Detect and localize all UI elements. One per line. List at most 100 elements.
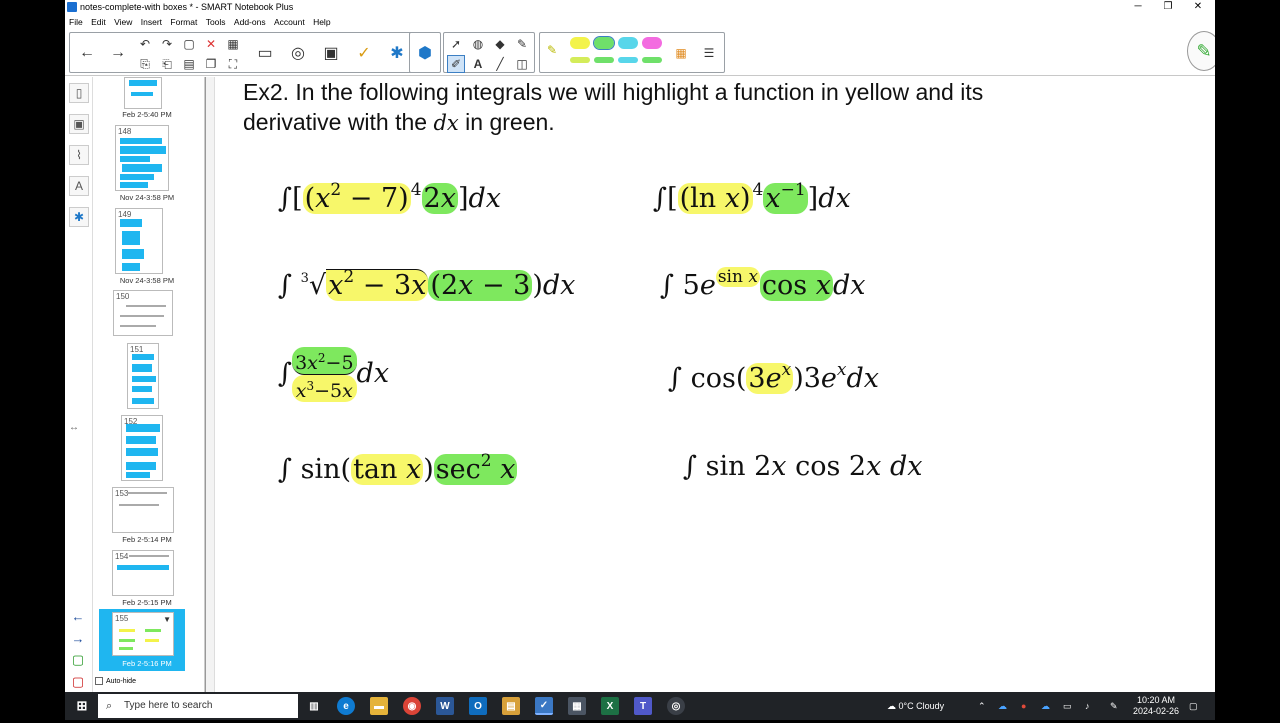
pen-color-green[interactable] — [593, 36, 615, 50]
page-thumbnail[interactable] — [124, 77, 162, 109]
color-palette-button[interactable]: ▦ — [672, 44, 690, 62]
tab-properties[interactable]: A — [69, 176, 89, 196]
chrome-button[interactable]: ◉ — [403, 697, 421, 715]
magic-pen-tool[interactable]: ✎ — [513, 35, 531, 53]
tab-addons[interactable]: ✱ — [69, 207, 89, 227]
sidebar-prev-page-button[interactable]: ← — [70, 608, 86, 624]
page-thumbnail[interactable]: 152 — [121, 415, 163, 481]
canvas-scrollbar[interactable] — [206, 77, 215, 692]
next-page-button[interactable]: → — [103, 34, 133, 72]
sidebar-add-page-button[interactable]: ▢ — [70, 652, 86, 668]
paste-button[interactable]: ⎗ — [158, 55, 176, 73]
add-page-button[interactable]: ▢ — [180, 35, 198, 53]
open-button[interactable]: ⎘ — [136, 55, 154, 73]
close-button[interactable]: ✕ — [1183, 0, 1213, 14]
files-button[interactable]: ▤ — [502, 697, 520, 715]
word-button[interactable]: W — [436, 697, 454, 715]
tab-attachments[interactable]: ⌇ — [69, 145, 89, 165]
document-camera-button[interactable]: ▣ — [316, 34, 346, 72]
menu-addons[interactable]: Add-ons — [234, 15, 266, 29]
undo-button[interactable]: ↶ — [136, 35, 154, 53]
file-explorer-button[interactable]: ▬ — [370, 697, 388, 715]
menu-format[interactable]: Format — [170, 15, 197, 29]
pen-tool[interactable]: ✐ — [447, 55, 465, 73]
page-thumbnail-selected[interactable]: 155 ▼ — [112, 612, 174, 656]
menu-edit[interactable]: Edit — [91, 15, 106, 29]
text-tool[interactable]: A — [469, 55, 487, 73]
obs-button[interactable]: ◎ — [667, 697, 685, 715]
page-thumbnail[interactable]: 150 — [113, 290, 173, 336]
pen-tray-button[interactable]: ✎ — [1187, 31, 1215, 71]
pen-color-green-thin[interactable] — [594, 57, 614, 63]
eraser-tool[interactable]: ◫ — [513, 55, 531, 73]
select-tool[interactable]: ➚ — [447, 35, 465, 53]
smart-notebook-taskbar-button[interactable]: ✓ — [535, 697, 553, 715]
pen-color-cyan[interactable] — [618, 37, 638, 49]
page-thumbnail[interactable]: 151 — [127, 343, 159, 409]
tab-page-sorter[interactable]: ▯ — [69, 83, 89, 103]
screen-shade-button[interactable]: ▭ — [250, 34, 280, 72]
minimize-button[interactable]: ─ — [1123, 0, 1153, 14]
calculator-button[interactable]: ▦ — [568, 697, 586, 715]
delete-button[interactable]: ✕ — [202, 35, 220, 53]
onedrive-icon[interactable]: ☁ — [998, 692, 1007, 720]
clock[interactable]: 10:20 AM 2024-02-26 — [1131, 695, 1181, 723]
pen-color-green-thin-2[interactable] — [642, 57, 662, 63]
volume-icon[interactable]: ♪ — [1085, 692, 1090, 720]
pen-menu-icon[interactable]: ✎ — [1110, 692, 1118, 720]
record-icon[interactable]: ● — [1021, 692, 1026, 720]
menu-view[interactable]: View — [114, 15, 132, 29]
windows-start-button[interactable]: ⊞ — [73, 697, 91, 715]
table-button[interactable]: ▦ — [224, 35, 242, 53]
save-button[interactable]: ▤ — [180, 55, 198, 73]
pen-color-yellow-1[interactable] — [570, 37, 590, 49]
line-tool[interactable]: ╱ — [491, 55, 509, 73]
outlook-button[interactable]: O — [469, 697, 487, 715]
autohide-checkbox[interactable] — [95, 677, 103, 685]
menu-help[interactable]: Help — [313, 15, 330, 29]
tab-gallery[interactable]: ▣ — [69, 114, 89, 134]
highlighter-button[interactable]: ✎ — [543, 41, 561, 59]
notifications-icon[interactable]: ▢ — [1189, 692, 1198, 720]
task-view-button[interactable]: ▥ — [305, 697, 323, 715]
fullscreen-button[interactable]: ⛶ — [224, 55, 242, 73]
pen-color-pink[interactable] — [642, 37, 662, 49]
sync-icon[interactable]: ☁ — [1041, 692, 1050, 720]
resize-handle-icon[interactable]: ↔ — [69, 422, 79, 433]
menu-tools[interactable]: Tools — [206, 15, 226, 29]
example-heading: Ex2. In the following integrals we will … — [243, 77, 1143, 138]
restore-button[interactable]: ❐ — [1153, 0, 1183, 14]
edge-button[interactable]: e — [337, 697, 355, 715]
shapes-tool[interactable]: ◍ — [469, 35, 487, 53]
taskbar-search[interactable]: ⌕ Type here to search — [98, 694, 298, 718]
pen-color-cyan-thin[interactable] — [618, 57, 638, 63]
response-button[interactable]: ✓ — [349, 34, 379, 72]
sidebar-delete-page-button[interactable]: ▢ — [70, 674, 86, 690]
addons-button[interactable]: ✱ — [382, 34, 412, 72]
page-thumbnail[interactable]: 149 — [115, 208, 163, 274]
menu-file[interactable]: File — [69, 15, 83, 29]
page-thumbnail[interactable]: 148 — [115, 125, 169, 191]
autohide-toggle[interactable]: Auto-hide — [95, 677, 136, 685]
weather-widget[interactable]: ☁ 0°C Cloudy — [887, 692, 944, 720]
teams-button[interactable]: T — [634, 697, 652, 715]
fill-tool[interactable]: ◆ — [491, 35, 509, 53]
copy-button[interactable]: ❐ — [202, 55, 220, 73]
lab-button[interactable]: ⬢ — [410, 34, 440, 72]
page-thumbnail[interactable]: 154 — [112, 550, 174, 596]
pen-color-lime-thin[interactable] — [570, 57, 590, 63]
page-thumbnail[interactable]: 153 — [112, 487, 174, 533]
page-menu-icon[interactable]: ▼ — [163, 615, 171, 624]
properties-button[interactable]: ☰ — [700, 44, 718, 62]
tray-overflow-button[interactable]: ⌃ — [978, 692, 986, 720]
excel-button[interactable]: X — [601, 697, 619, 715]
menu-bar: File Edit View Insert Format Tools Add-o… — [65, 15, 333, 29]
sidebar-next-page-button[interactable]: → — [70, 630, 86, 646]
redo-button[interactable]: ↷ — [158, 35, 176, 53]
menu-insert[interactable]: Insert — [141, 15, 162, 29]
page-canvas[interactable]: Ex2. In the following integrals we will … — [205, 77, 1215, 692]
previous-page-button[interactable]: ← — [72, 34, 102, 72]
capture-button[interactable]: ◎ — [283, 34, 313, 72]
network-icon[interactable]: ▭ — [1063, 692, 1072, 720]
menu-account[interactable]: Account — [274, 15, 305, 29]
